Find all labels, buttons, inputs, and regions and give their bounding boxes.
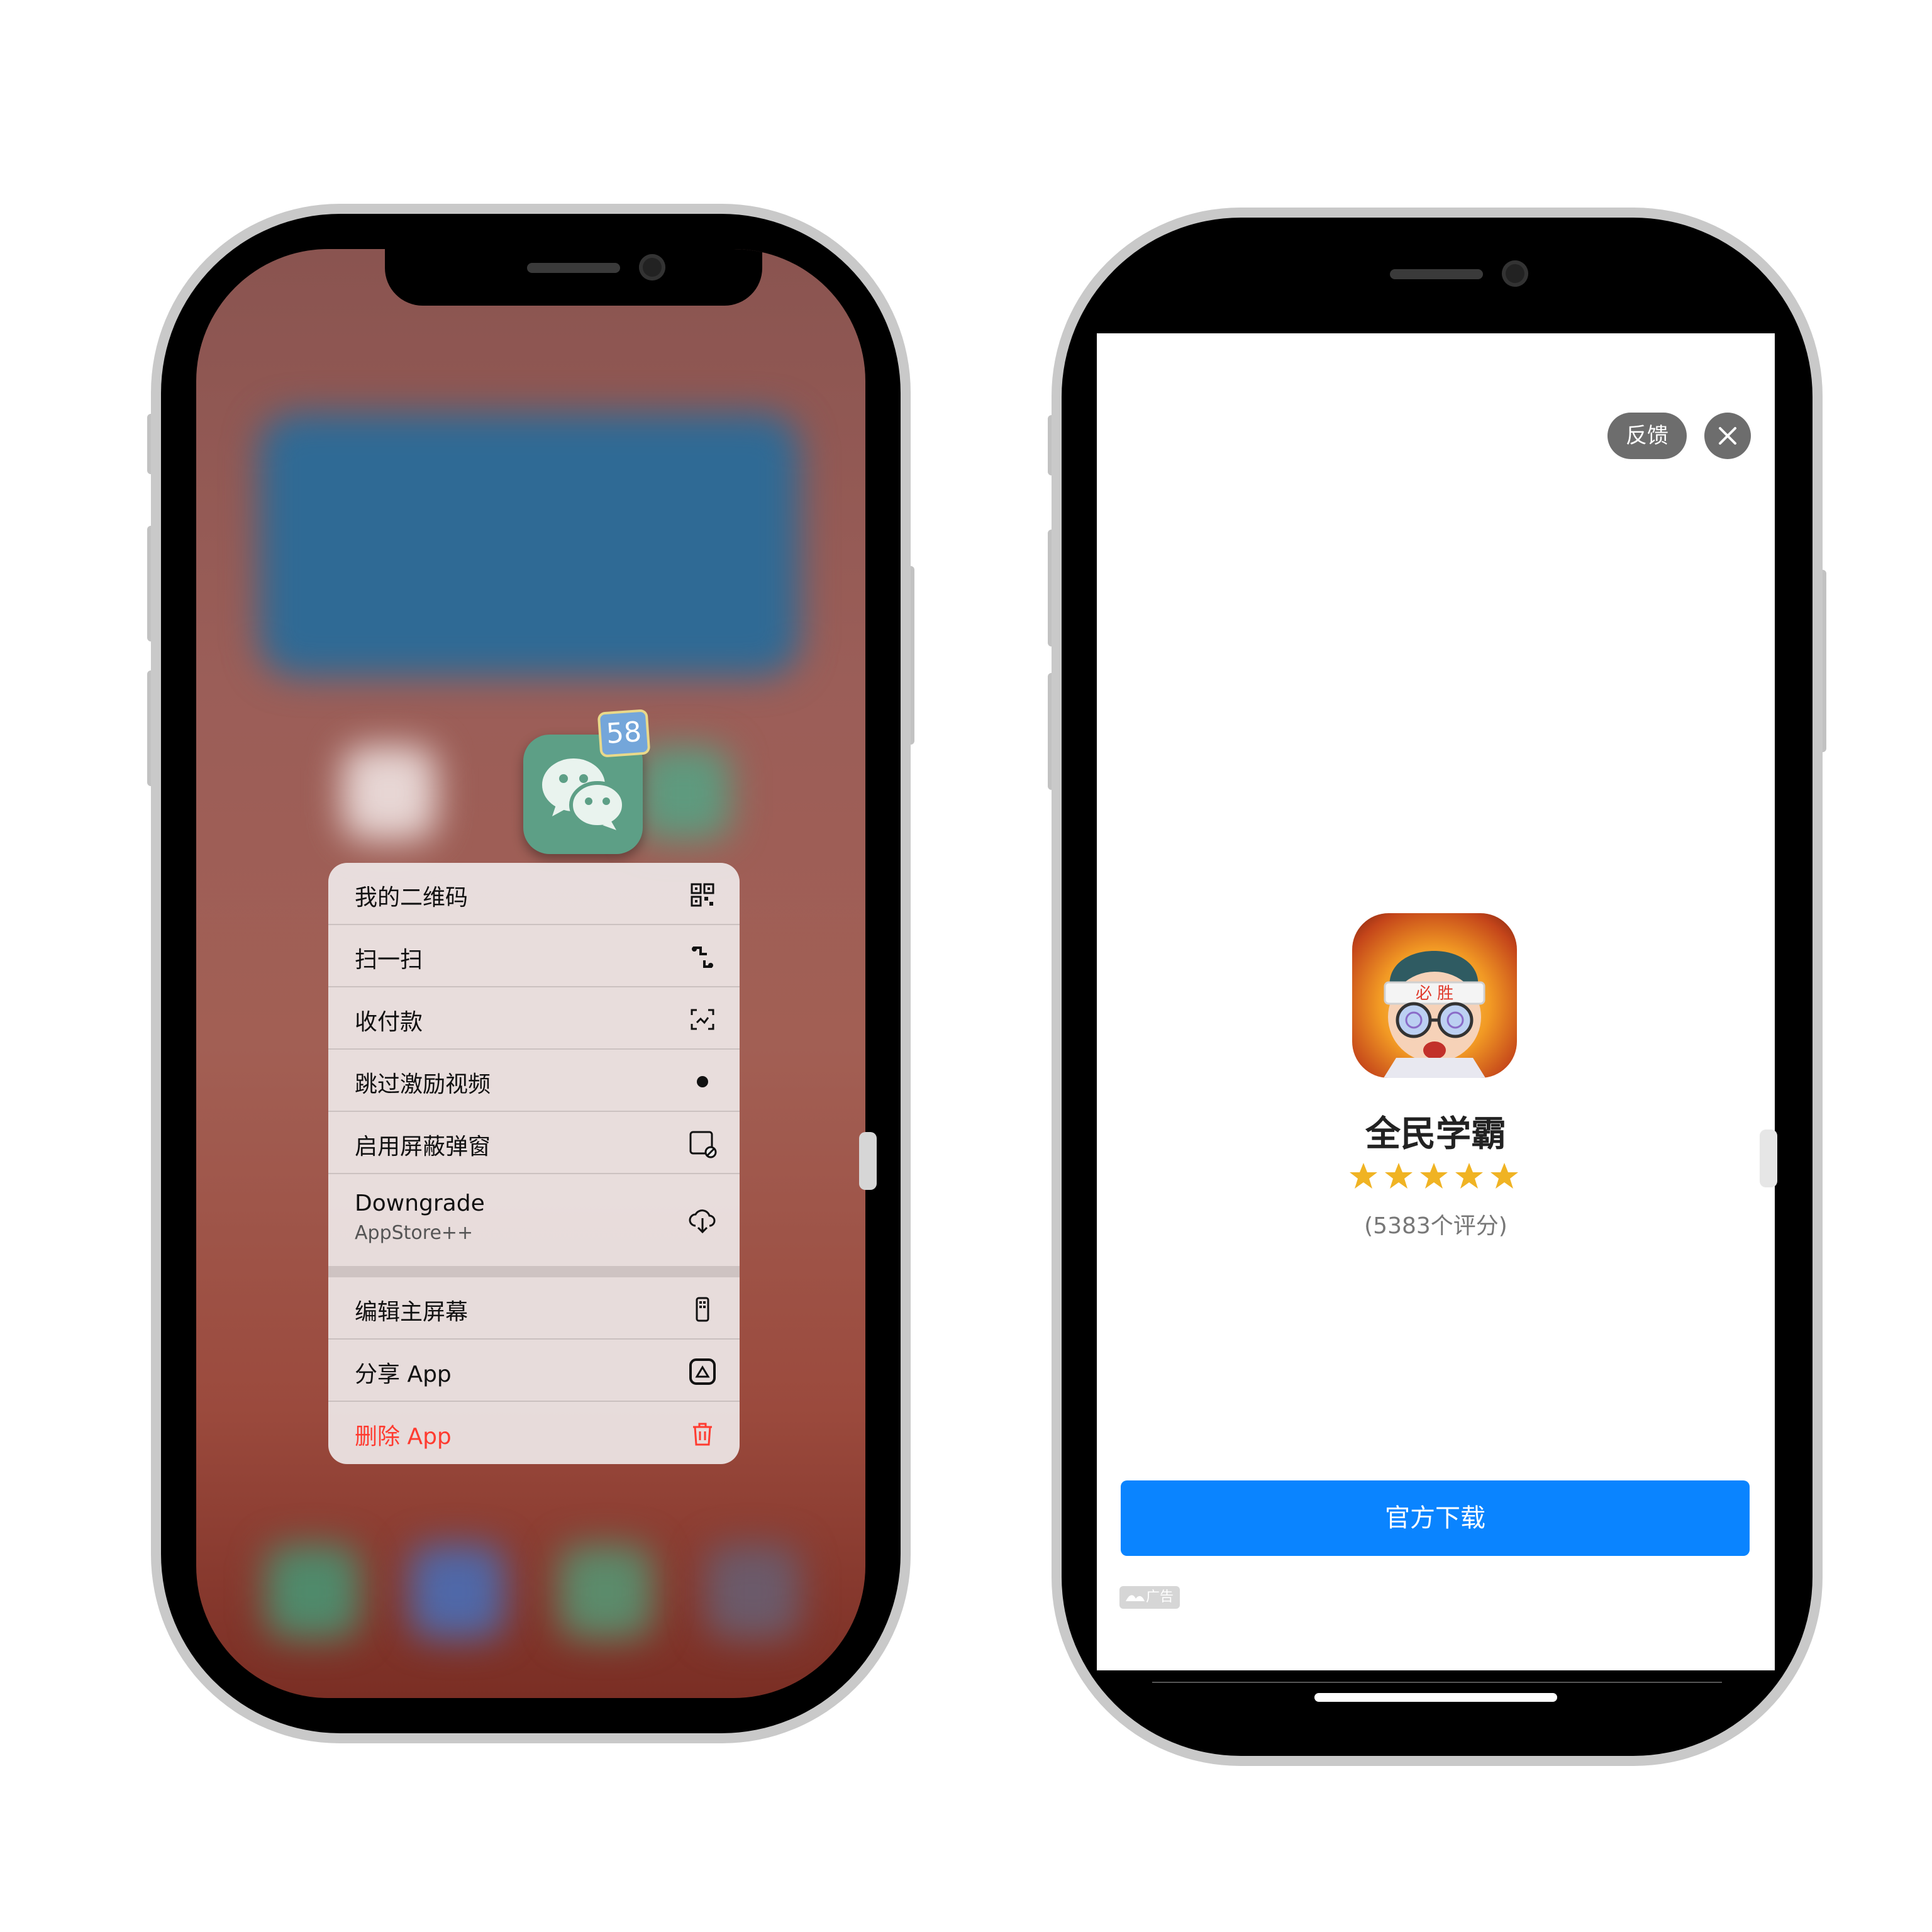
star-rating bbox=[1350, 1163, 1518, 1189]
front-camera bbox=[1502, 260, 1528, 287]
menu-item-share-app[interactable]: 分享 App bbox=[328, 1340, 740, 1402]
blurred-dock-icon bbox=[706, 1545, 800, 1639]
menu-item-downgrade[interactable]: Downgrade AppStore++ bbox=[328, 1174, 740, 1266]
blurred-widget bbox=[259, 413, 800, 677]
front-camera bbox=[639, 254, 665, 280]
menu-item-label: 启用屏蔽弹窗 bbox=[355, 1134, 491, 1160]
side-floating-tab[interactable] bbox=[1760, 1130, 1777, 1187]
blurred-app-icon bbox=[342, 746, 436, 840]
notification-badge: 58 bbox=[599, 711, 648, 755]
right-phone: 反馈 必 胜 全民学霸 (5383个评分) 官方下载 广告 bbox=[1048, 208, 1826, 1766]
menu-item-delete-app[interactable]: 删除 App bbox=[328, 1402, 740, 1464]
speaker-grille bbox=[1390, 269, 1483, 279]
cartoon-student-icon: 必 胜 bbox=[1384, 951, 1485, 1078]
ad-network-icon bbox=[1126, 1595, 1145, 1601]
menu-item-label: Downgrade bbox=[355, 1191, 485, 1216]
star-icon bbox=[1455, 1163, 1483, 1189]
qr-code-icon bbox=[691, 883, 714, 907]
rating-count: (5383个评分) bbox=[1364, 1213, 1507, 1239]
menu-item-label: 我的二维码 bbox=[355, 885, 469, 911]
menu-item-label: 删除 App bbox=[355, 1424, 452, 1450]
official-download-button[interactable]: 官方下载 bbox=[1121, 1480, 1750, 1556]
blurred-dock-icon bbox=[265, 1545, 360, 1639]
notch bbox=[385, 249, 762, 306]
star-icon bbox=[1420, 1163, 1448, 1189]
ad-label-text: 广告 bbox=[1145, 1589, 1174, 1605]
close-icon bbox=[1719, 427, 1736, 445]
scan-icon bbox=[692, 947, 713, 968]
blurred-dock-icon bbox=[410, 1545, 504, 1639]
home-screen: 58 我的二维码 扫一扫 收付款 跳过激励视频 启用屏蔽弹窗 Downgrade… bbox=[196, 249, 865, 1698]
side-floating-tab[interactable] bbox=[859, 1132, 877, 1190]
trash-icon bbox=[693, 1423, 712, 1446]
menu-separator bbox=[328, 1266, 740, 1277]
menu-item-label: 扫一扫 bbox=[355, 947, 423, 973]
app-name: 全民学霸 bbox=[1365, 1114, 1506, 1155]
menu-item-payment[interactable]: 收付款 bbox=[328, 987, 740, 1050]
left-phone: 58 我的二维码 扫一扫 收付款 跳过激励视频 启用屏蔽弹窗 Downgrade… bbox=[147, 204, 914, 1743]
menu-item-block-popup[interactable]: 启用屏蔽弹窗 bbox=[328, 1112, 740, 1174]
ad-screen: 反馈 必 胜 全民学霸 (5383个评分) 官方下载 广告 bbox=[1097, 333, 1775, 1670]
cloud-download-icon bbox=[689, 1209, 716, 1234]
menu-item-label: 跳过激励视频 bbox=[355, 1072, 491, 1097]
menu-item-label: 收付款 bbox=[355, 1009, 423, 1035]
star-icon bbox=[1385, 1163, 1413, 1189]
blurred-dock-icon bbox=[558, 1545, 653, 1639]
star-icon bbox=[1491, 1163, 1518, 1189]
menu-item-edit-home-screen[interactable]: 编辑主屏幕 bbox=[328, 1277, 740, 1340]
menu-item-sublabel: AppStore++ bbox=[355, 1222, 474, 1244]
dot-icon bbox=[697, 1076, 708, 1087]
phone-edit-icon bbox=[696, 1297, 709, 1322]
block-popup-icon bbox=[689, 1131, 717, 1158]
bottom-divider bbox=[1152, 1682, 1722, 1683]
app-icon[interactable]: 必 胜 bbox=[1352, 913, 1517, 1078]
payment-frame-icon bbox=[691, 1009, 714, 1030]
menu-item-label: 编辑主屏幕 bbox=[355, 1299, 469, 1325]
headband-text: 必 胜 bbox=[1416, 984, 1453, 1003]
feedback-button[interactable]: 反馈 bbox=[1607, 413, 1687, 459]
blurred-app-icon bbox=[636, 746, 731, 840]
speaker-grille bbox=[527, 263, 620, 273]
star-icon bbox=[1350, 1163, 1377, 1189]
home-indicator[interactable] bbox=[1314, 1693, 1557, 1702]
share-app-icon bbox=[689, 1358, 716, 1385]
menu-item-scan[interactable]: 扫一扫 bbox=[328, 925, 740, 987]
ad-label: 广告 bbox=[1119, 1586, 1180, 1609]
close-button[interactable] bbox=[1704, 413, 1751, 459]
menu-item-skip-reward-video[interactable]: 跳过激励视频 bbox=[328, 1050, 740, 1112]
app-context-menu: 我的二维码 扫一扫 收付款 跳过激励视频 启用屏蔽弹窗 Downgrade Ap… bbox=[328, 863, 740, 1464]
menu-item-my-qr-code[interactable]: 我的二维码 bbox=[328, 863, 740, 925]
menu-item-label: 分享 App bbox=[355, 1362, 452, 1387]
